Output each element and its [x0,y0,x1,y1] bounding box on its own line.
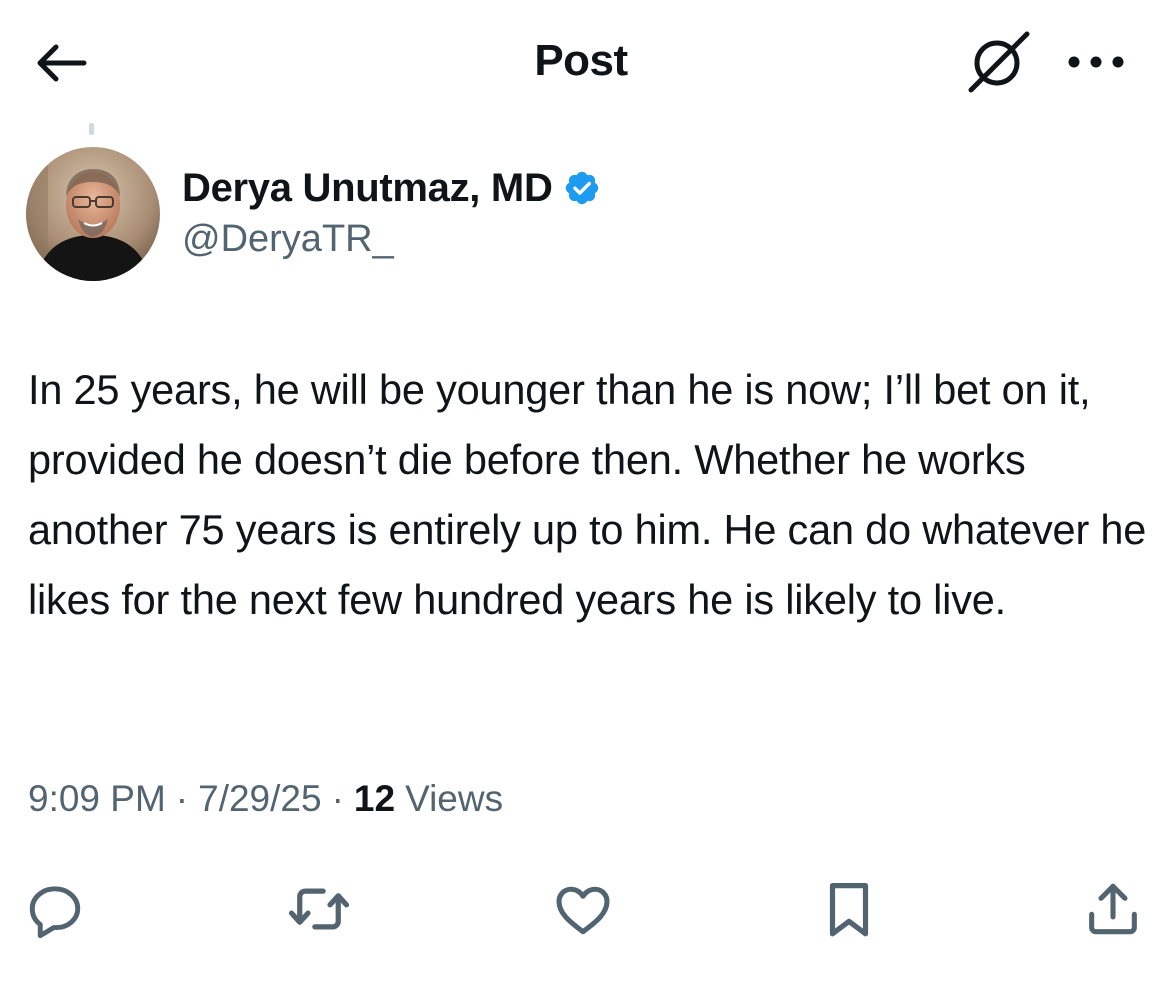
avatar[interactable] [26,147,160,281]
action-bar [0,872,1162,946]
repost-button[interactable] [282,872,356,946]
post-body: In 25 years, he will be younger than he … [28,366,1147,623]
thread-connector [89,123,94,135]
more-horizontal-icon [1068,56,1124,68]
display-name-row: Derya Unutmaz, MD [182,160,601,216]
repost-icon [288,888,350,930]
more-button[interactable] [1056,40,1136,84]
views-count: 12 [353,778,396,819]
share-icon [1089,883,1137,935]
meta-separator: · [175,778,189,819]
user-handle[interactable]: @DeryaTR_ [182,218,601,261]
grok-icon [968,31,1030,93]
avatar-image [26,147,160,281]
verified-badge-icon[interactable] [563,169,601,207]
bookmark-button[interactable] [812,872,886,946]
top-bar: Post [0,0,1162,125]
reply-button[interactable] [18,872,92,946]
views-label: Views [405,778,504,819]
meta-separator: · [331,778,344,819]
post-date[interactable]: 7/29/25 [198,778,321,820]
post-meta: 9:09 PM · 7/29/25 · 12 Views [28,778,503,820]
grok-button[interactable] [960,28,1036,96]
reply-icon [29,886,81,939]
bookmark-icon [829,883,869,937]
display-name[interactable]: Derya Unutmaz, MD [182,166,553,211]
share-button[interactable] [1076,872,1150,946]
author-info: Derya Unutmaz, MD @DeryaTR_ [182,160,601,261]
like-button[interactable] [546,872,620,946]
heart-icon [556,886,610,935]
post-time[interactable]: 9:09 PM [28,778,166,820]
